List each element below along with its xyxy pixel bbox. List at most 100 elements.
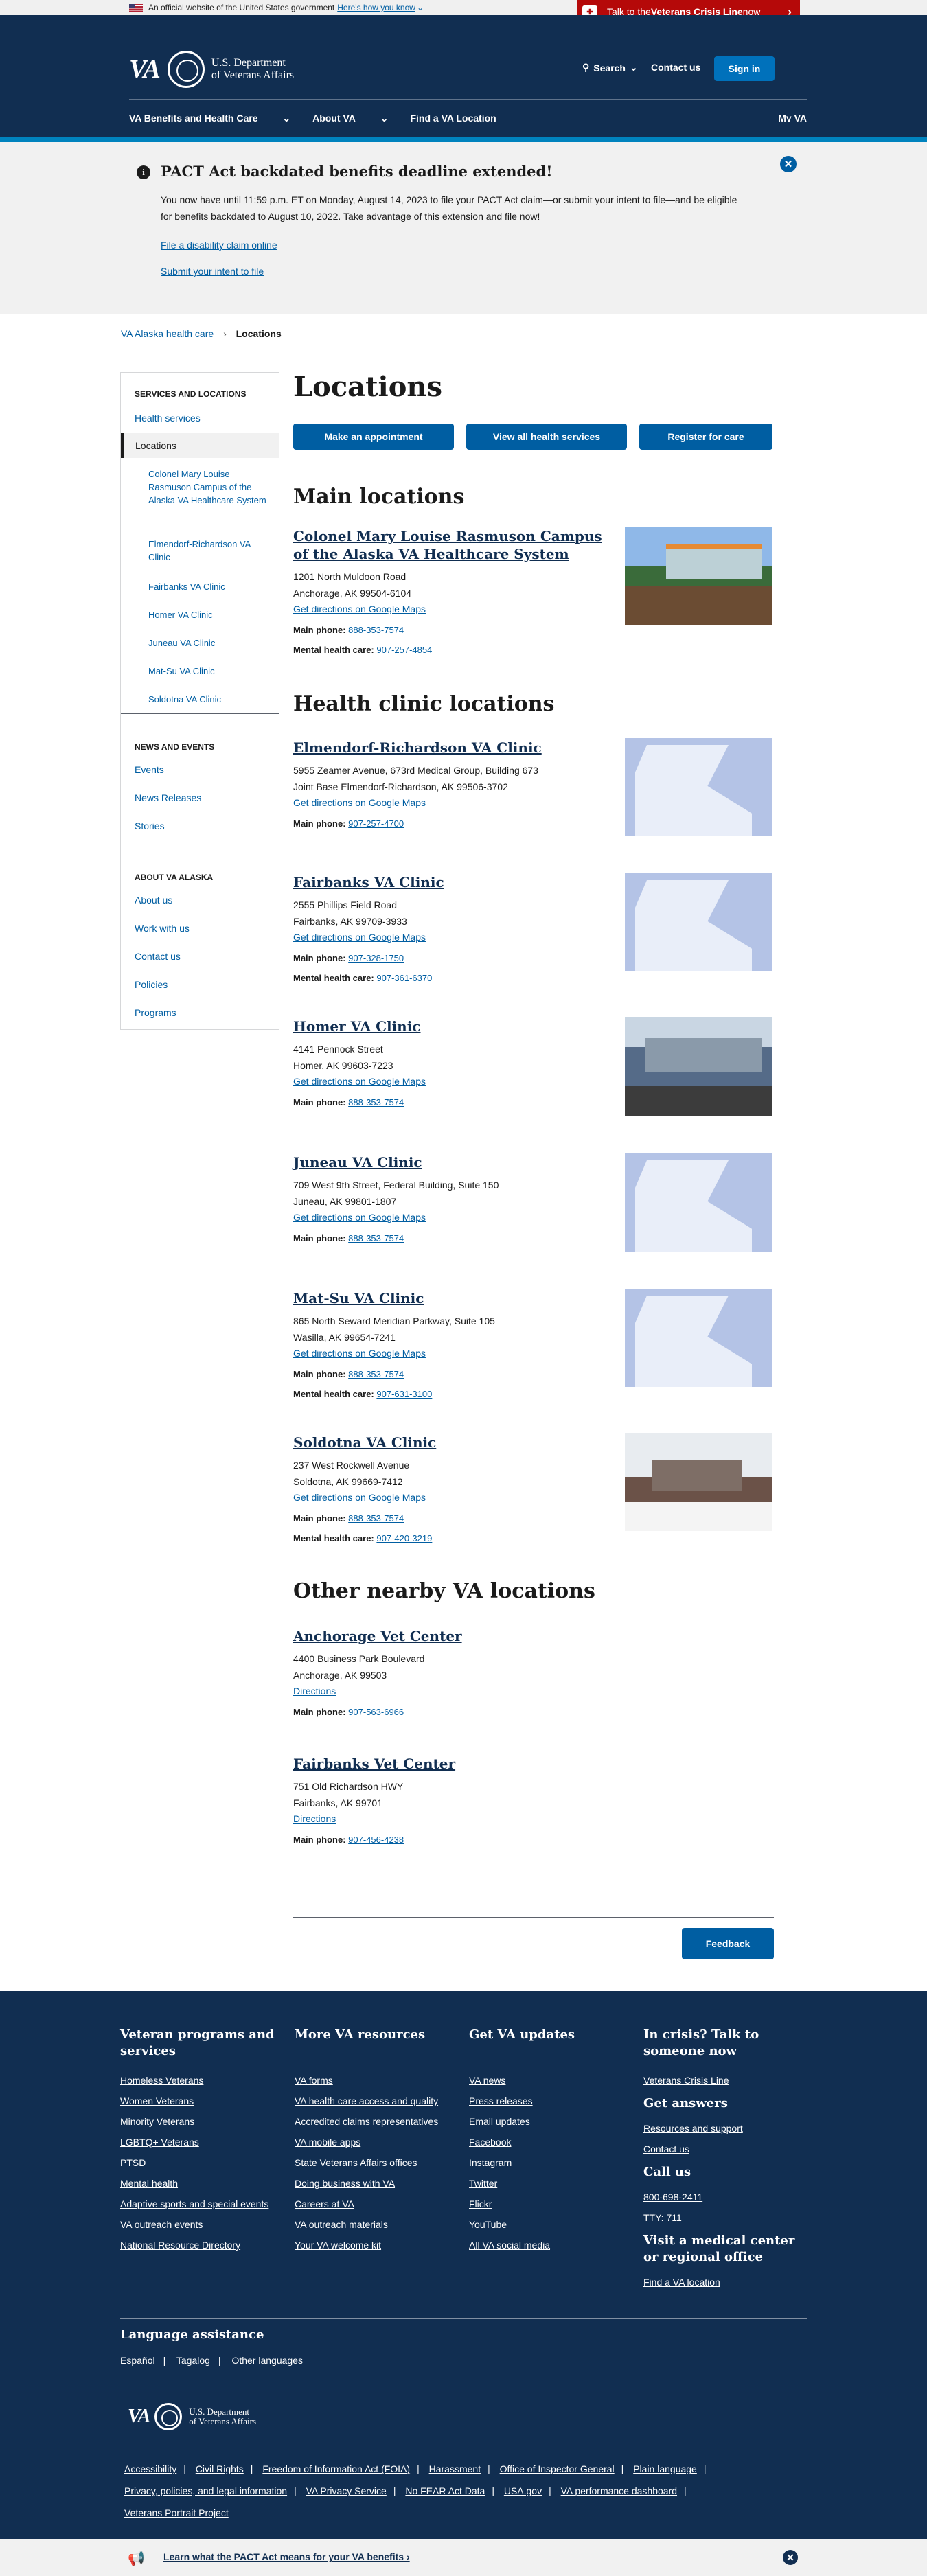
sidebar-item-news-releases[interactable]: News Releases <box>135 792 201 803</box>
footer-link[interactable]: Press releases <box>469 2095 634 2106</box>
lang-other[interactable]: Other languages <box>231 2355 303 2366</box>
sidebar-item-work-with-us[interactable]: Work with us <box>135 923 190 934</box>
close-icon[interactable]: ✕ <box>783 2550 798 2565</box>
directions-link[interactable]: Directions <box>293 1811 774 1826</box>
footer-link[interactable]: Careers at VA <box>295 2198 459 2209</box>
location-name-link[interactable]: Fairbanks Vet Center <box>293 1756 455 1772</box>
sidebar-item-health-services[interactable]: Health services <box>135 413 201 424</box>
legal-link[interactable]: VA Privacy Service <box>306 2485 387 2496</box>
mental-phone-link[interactable]: 907-631-3100 <box>376 1389 432 1399</box>
footer-link[interactable]: YouTube <box>469 2219 634 2230</box>
footer-link[interactable]: Email updates <box>469 2116 634 2127</box>
footer-phone-link[interactable]: TTY: 711 <box>643 2212 808 2223</box>
footer-link[interactable]: Accredited claims representatives <box>295 2116 459 2127</box>
footer-link[interactable]: PTSD <box>120 2157 285 2168</box>
footer-link[interactable]: Flickr <box>469 2198 634 2209</box>
location-name-link[interactable]: Mat-Su VA Clinic <box>293 1290 424 1307</box>
main-phone-link[interactable]: 907-563-6966 <box>348 1707 404 1717</box>
pact-act-link[interactable]: Learn what the PACT Act means for your V… <box>163 2551 410 2562</box>
legal-link[interactable]: VA performance dashboard <box>561 2485 677 2496</box>
search-button[interactable]: ⚲ Search ⌄ <box>582 62 638 73</box>
sidebar-item-events[interactable]: Events <box>135 764 164 775</box>
footer-link[interactable]: Instagram <box>469 2157 634 2168</box>
lang-tagalog[interactable]: Tagalog <box>176 2355 210 2366</box>
mental-phone-link[interactable]: 907-420-3219 <box>376 1533 432 1543</box>
footer-link[interactable]: Find a VA location <box>643 2277 808 2288</box>
footer-link[interactable]: Mental health <box>120 2178 285 2189</box>
legal-link[interactable]: Harassment <box>429 2463 481 2474</box>
mental-phone-link[interactable]: 907-361-6370 <box>376 973 432 983</box>
legal-link[interactable]: Veterans Portrait Project <box>124 2507 229 2518</box>
footer-link[interactable]: VA news <box>469 2075 634 2086</box>
footer-link[interactable]: Minority Veterans <box>120 2116 285 2127</box>
register-for-care-button[interactable]: Register for care <box>639 424 772 450</box>
sidebar-item-stories[interactable]: Stories <box>135 820 165 831</box>
footer-link[interactable]: Twitter <box>469 2178 634 2189</box>
file-claim-link[interactable]: File a disability claim online <box>161 240 277 251</box>
footer-link[interactable]: VA outreach events <box>120 2219 285 2230</box>
gov-banner-link[interactable]: Here's how you know <box>337 3 415 12</box>
sidebar-sub-elmendorf[interactable]: Elmendorf-Richardson VA Clinic <box>148 538 268 564</box>
legal-link[interactable]: Plain language <box>633 2463 697 2474</box>
sidebar-item-contact-us[interactable]: Contact us <box>135 951 181 962</box>
main-phone-link[interactable]: 888-353-7574 <box>348 1233 404 1243</box>
footer-link[interactable]: Contact us <box>643 2143 808 2154</box>
location-name-link[interactable]: Elmendorf-Richardson VA Clinic <box>293 739 542 756</box>
sidebar-item-policies[interactable]: Policies <box>135 979 168 990</box>
intent-to-file-link[interactable]: Submit your intent to file <box>161 266 264 277</box>
sidebar-sub-juneau[interactable]: Juneau VA Clinic <box>148 636 268 649</box>
footer-link[interactable]: VA health care access and quality <box>295 2095 459 2106</box>
legal-link[interactable]: Civil Rights <box>196 2463 244 2474</box>
sign-in-button[interactable]: Sign in <box>714 56 775 81</box>
footer-crisis-link[interactable]: Veterans Crisis Line <box>643 2075 808 2086</box>
main-phone-link[interactable]: 888-353-7574 <box>348 625 404 635</box>
footer-link[interactable]: Women Veterans <box>120 2095 285 2106</box>
main-phone-link[interactable]: 888-353-7574 <box>348 1513 404 1523</box>
legal-link[interactable]: Freedom of Information Act (FOIA) <box>262 2463 410 2474</box>
sidebar-item-programs[interactable]: Programs <box>135 1007 176 1018</box>
directions-link[interactable]: Directions <box>293 1683 774 1699</box>
location-name-link[interactable]: Anchorage Vet Center <box>293 1628 462 1644</box>
legal-link[interactable]: Accessibility <box>124 2463 176 2474</box>
sidebar-sub-homer[interactable]: Homer VA Clinic <box>148 608 268 621</box>
footer-va-logo[interactable]: VA U.S. Department of Veterans Affairs <box>128 2403 256 2430</box>
main-phone-link[interactable]: 907-257-4700 <box>348 818 404 829</box>
footer-link[interactable]: State Veterans Affairs offices <box>295 2157 459 2168</box>
sidebar-sub-soldotna[interactable]: Soldotna VA Clinic <box>148 693 268 706</box>
location-name-link[interactable]: Homer VA Clinic <box>293 1018 421 1035</box>
legal-link[interactable]: Office of Inspector General <box>500 2463 615 2474</box>
footer-link[interactable]: VA outreach materials <box>295 2219 459 2230</box>
main-phone-link[interactable]: 907-456-4238 <box>348 1835 404 1845</box>
sidebar-sub-matsu[interactable]: Mat-Su VA Clinic <box>148 665 268 678</box>
lang-espanol[interactable]: Español <box>120 2355 155 2366</box>
footer-link[interactable]: National Resource Directory <box>120 2240 285 2251</box>
footer-link[interactable]: Homeless Veterans <box>120 2075 285 2086</box>
footer-link[interactable]: VA mobile apps <box>295 2137 459 2148</box>
location-name-link[interactable]: Colonel Mary Louise Rasmuson Campus of t… <box>293 528 602 562</box>
footer-link[interactable]: All VA social media <box>469 2240 634 2251</box>
footer-link[interactable]: VA forms <box>295 2075 459 2086</box>
main-phone-link[interactable]: 888-353-7574 <box>348 1369 404 1379</box>
footer-phone-link[interactable]: 800-698-2411 <box>643 2192 808 2203</box>
sidebar-item-locations[interactable]: Locations <box>121 433 279 458</box>
sidebar-item-about-us[interactable]: About us <box>135 895 172 906</box>
main-phone-link[interactable]: 907-328-1750 <box>348 953 404 963</box>
contact-us-link[interactable]: Contact us <box>651 62 700 73</box>
footer-link[interactable]: Adaptive sports and special events <box>120 2198 285 2209</box>
feedback-button[interactable]: Feedback <box>682 1928 774 1959</box>
sidebar-sub-rasmuson[interactable]: Colonel Mary Louise Rasmuson Campus of t… <box>148 468 268 507</box>
location-name-link[interactable]: Soldotna VA Clinic <box>293 1434 436 1451</box>
footer-link[interactable]: Facebook <box>469 2137 634 2148</box>
footer-link[interactable]: Resources and support <box>643 2123 808 2134</box>
footer-link[interactable]: LGBTQ+ Veterans <box>120 2137 285 2148</box>
location-name-link[interactable]: Juneau VA Clinic <box>293 1154 422 1171</box>
va-logo[interactable]: VA U.S. Department of Veterans Affairs <box>129 51 294 88</box>
footer-link[interactable]: Your VA welcome kit <box>295 2240 459 2251</box>
footer-link[interactable]: Doing business with VA <box>295 2178 459 2189</box>
main-phone-link[interactable]: 888-353-7574 <box>348 1097 404 1107</box>
legal-link[interactable]: No FEAR Act Data <box>405 2485 485 2496</box>
sidebar-sub-fairbanks[interactable]: Fairbanks VA Clinic <box>148 580 268 593</box>
breadcrumb-parent[interactable]: VA Alaska health care <box>121 328 214 339</box>
view-health-services-button[interactable]: View all health services <box>466 424 627 450</box>
legal-link[interactable]: USA.gov <box>504 2485 542 2496</box>
